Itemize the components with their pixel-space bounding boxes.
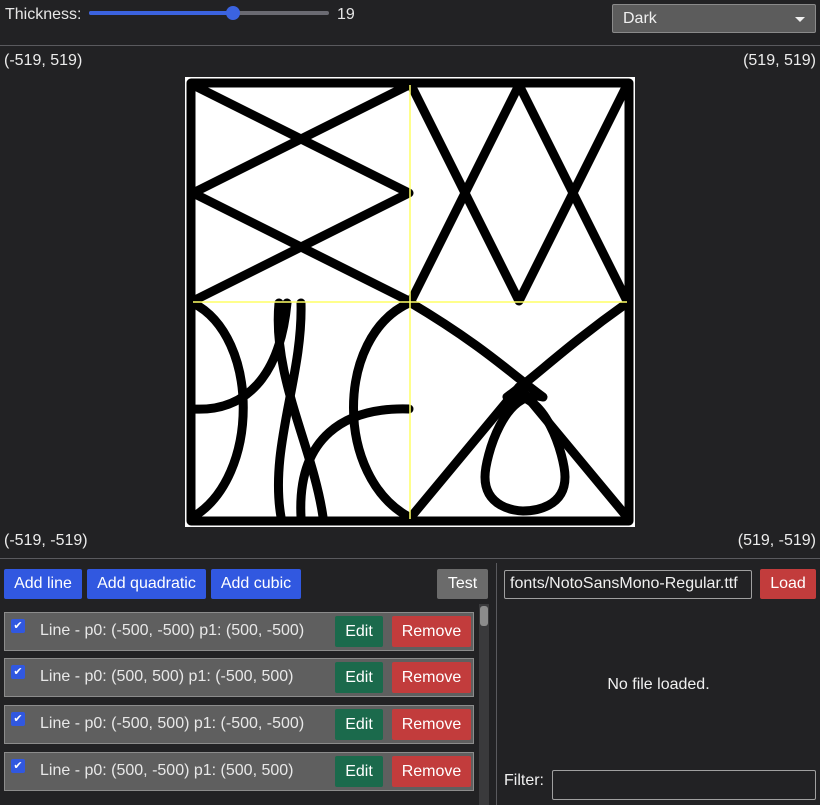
chevron-path-2 [188, 80, 414, 306]
add-line-button[interactable]: Add line [4, 569, 82, 599]
chevron-path-1 [188, 80, 414, 306]
drawing-canvas[interactable] [185, 77, 635, 527]
thickness-slider[interactable] [89, 6, 329, 20]
edit-button[interactable]: Edit [335, 662, 383, 693]
corner-label-bottom-left: (-519, -519) [4, 532, 88, 549]
peak-path [406, 80, 632, 306]
thickness-slider-thumb[interactable] [226, 6, 240, 20]
segment-row: ✔ Line - p0: (500, -500) p1: (500, 500) … [4, 752, 474, 791]
chevron-down-icon [795, 17, 805, 22]
file-status-text: No file loaded. [607, 676, 710, 693]
corner-label-bottom-right: (519, -519) [737, 532, 816, 549]
diagonal-left-path [406, 382, 524, 522]
valley-path [406, 80, 632, 306]
segment-label: Line - p0: (500, -500) p1: (500, 500) [40, 762, 294, 779]
segment-row: ✔ Line - p0: (-500, 500) p1: (-500, -500… [4, 705, 474, 744]
segment-label: Line - p0: (-500, 500) p1: (-500, -500) [40, 715, 305, 732]
segment-enabled-checkbox[interactable]: ✔ [11, 759, 25, 773]
filter-input[interactable] [552, 770, 816, 800]
remove-button[interactable]: Remove [392, 662, 471, 693]
segment-enabled-checkbox[interactable]: ✔ [11, 619, 25, 633]
segment-list-scrollbar[interactable] [479, 604, 489, 805]
diagonal-right-path [514, 382, 632, 522]
segment-list: ✔ Line - p0: (-500, -500) p1: (500, -500… [0, 604, 492, 805]
thickness-label: Thickness: [5, 6, 82, 23]
edit-button[interactable]: Edit [335, 616, 383, 647]
segment-label: Line - p0: (-500, -500) p1: (500, -500) [40, 622, 305, 639]
remove-button[interactable]: Remove [392, 616, 471, 647]
edit-button[interactable]: Edit [335, 756, 383, 787]
corner-label-top-right: (519, 519) [743, 52, 816, 69]
filter-label: Filter: [504, 772, 544, 789]
segment-enabled-checkbox[interactable]: ✔ [11, 712, 25, 726]
segment-enabled-checkbox[interactable]: ✔ [11, 665, 25, 679]
corner-label-top-left: (-519, 519) [4, 52, 83, 69]
glyph-preview [186, 78, 634, 526]
thickness-slider-fill [89, 11, 233, 15]
horizontal-divider [0, 558, 820, 559]
remove-button[interactable]: Remove [392, 756, 471, 787]
add-cubic-button[interactable]: Add cubic [211, 569, 301, 599]
toolbar: Thickness: 19 Dark [0, 0, 820, 46]
scrollbar-thumb[interactable] [480, 606, 488, 626]
thickness-value: 19 [337, 6, 355, 23]
theme-select-value: Dark [623, 10, 657, 27]
theme-select[interactable]: Dark [612, 4, 816, 33]
test-button[interactable]: Test [437, 569, 488, 599]
segment-row: ✔ Line - p0: (500, 500) p1: (-500, 500) … [4, 658, 474, 697]
segment-row: ✔ Line - p0: (-500, -500) p1: (500, -500… [4, 612, 474, 651]
add-quadratic-button[interactable]: Add quadratic [87, 569, 206, 599]
segment-label: Line - p0: (500, 500) p1: (-500, 500) [40, 668, 294, 685]
remove-button[interactable]: Remove [392, 709, 471, 740]
edit-button[interactable]: Edit [335, 709, 383, 740]
load-button[interactable]: Load [760, 569, 816, 599]
font-path-input[interactable]: fonts/NotoSansMono-Regular.ttf [504, 570, 752, 599]
